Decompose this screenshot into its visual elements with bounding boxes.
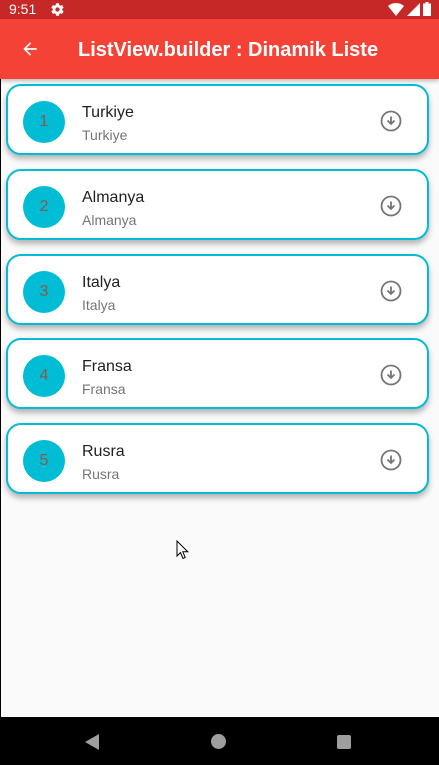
nav-recent-icon[interactable] xyxy=(337,735,351,749)
status-bar: 9:51 xyxy=(0,0,439,19)
avatar: 2 xyxy=(23,186,65,228)
list-item-title: Italya xyxy=(82,274,121,291)
left-edge-divider xyxy=(0,79,1,717)
list-item-title: Rusra xyxy=(82,443,125,460)
back-button[interactable] xyxy=(14,33,46,65)
list-item-title: Fransa xyxy=(82,358,132,375)
signal-icon xyxy=(407,2,420,16)
status-time: 9:51 xyxy=(9,1,37,17)
list-item[interactable]: 3 Italya Italya xyxy=(6,254,429,325)
list-item[interactable]: 5 Rusra Rusra xyxy=(6,423,429,494)
avatar: 3 xyxy=(23,271,65,313)
list-item[interactable]: 4 Fransa Fransa xyxy=(6,338,429,409)
system-nav-bar xyxy=(0,717,439,765)
nav-back-icon[interactable] xyxy=(84,733,100,751)
battery-icon xyxy=(423,2,431,16)
wifi-icon xyxy=(388,3,404,16)
avatar: 4 xyxy=(23,355,65,397)
list-item-title: Almanya xyxy=(82,189,145,206)
download-circle-icon[interactable] xyxy=(380,110,402,132)
list-item[interactable]: 1 Turkiye Turkiye xyxy=(6,84,429,155)
download-circle-icon[interactable] xyxy=(380,449,402,471)
mouse-cursor-icon xyxy=(176,540,190,560)
download-circle-icon[interactable] xyxy=(380,280,402,302)
avatar: 5 xyxy=(23,440,65,482)
list-item-subtitle: Almanya xyxy=(82,212,137,228)
list-item-subtitle: Italya xyxy=(82,297,116,313)
list-item-subtitle: Rusra xyxy=(82,466,120,482)
list-item[interactable]: 2 Almanya Almanya xyxy=(6,169,429,240)
list-item-subtitle: Turkiye xyxy=(82,127,128,143)
download-circle-icon[interactable] xyxy=(380,364,402,386)
avatar: 1 xyxy=(23,101,65,143)
nav-home-icon[interactable] xyxy=(211,734,226,749)
page-title: ListView.builder : Dinamik Liste xyxy=(78,39,379,61)
list-item-title: Turkiye xyxy=(82,104,134,121)
app-bar: ListView.builder : Dinamik Liste xyxy=(0,19,439,79)
gear-icon xyxy=(51,3,64,16)
arrow-back-icon xyxy=(23,42,37,56)
download-circle-icon[interactable] xyxy=(380,195,402,217)
list-item-subtitle: Fransa xyxy=(82,381,126,397)
